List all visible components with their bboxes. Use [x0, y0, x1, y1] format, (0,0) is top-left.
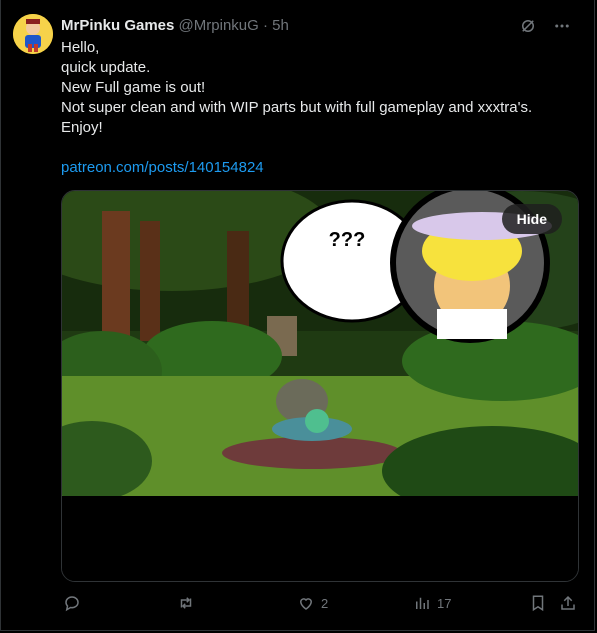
- hide-button[interactable]: Hide: [501, 204, 562, 234]
- views-icon: [416, 597, 429, 609]
- post-line: Hello,: [61, 39, 100, 56]
- views-button[interactable]: 17: [413, 594, 451, 612]
- post-line: Enjoy!: [61, 119, 103, 136]
- action-bar: 2 17: [61, 594, 577, 614]
- post-line: quick update.: [61, 59, 151, 76]
- post-text: Hello, quick update. New Full game is ou…: [61, 38, 571, 138]
- reply-icon: [65, 596, 79, 612]
- reply-button[interactable]: [63, 594, 81, 612]
- like-count: 2: [321, 595, 329, 611]
- repost-icon: [180, 597, 192, 609]
- speech-text: ???: [329, 229, 366, 251]
- repost-button[interactable]: [177, 594, 195, 612]
- author-handle[interactable]: @MrpinkuG: [179, 17, 259, 34]
- views-count: 17: [437, 595, 452, 611]
- share-icon: [561, 595, 575, 610]
- media-image[interactable]: ??? Hide: [61, 190, 579, 582]
- separator-dot: ·: [262, 17, 268, 34]
- post-time[interactable]: 5h: [272, 17, 289, 34]
- game-scene: ???: [62, 191, 578, 581]
- heart-icon: [299, 598, 313, 610]
- more-icon[interactable]: [552, 16, 572, 36]
- post-header: MrPinku Games @MrpinkuG · 5h: [61, 16, 289, 36]
- share-button[interactable]: [559, 594, 577, 612]
- avatar[interactable]: [13, 14, 53, 54]
- post-link[interactable]: patreon.com/posts/140154824: [61, 158, 264, 178]
- like-button[interactable]: 2: [297, 594, 328, 612]
- post-line: New Full game is out!: [61, 79, 206, 96]
- author-name[interactable]: MrPinku Games: [61, 17, 174, 34]
- grok-icon[interactable]: [518, 16, 538, 36]
- post-container[interactable]: MrPinku Games @MrpinkuG · 5h Hello, quic…: [0, 0, 595, 631]
- bookmark-icon: [532, 595, 544, 612]
- post-line: Not super clean and with WIP parts but w…: [61, 99, 533, 116]
- bookmark-button[interactable]: [529, 594, 547, 612]
